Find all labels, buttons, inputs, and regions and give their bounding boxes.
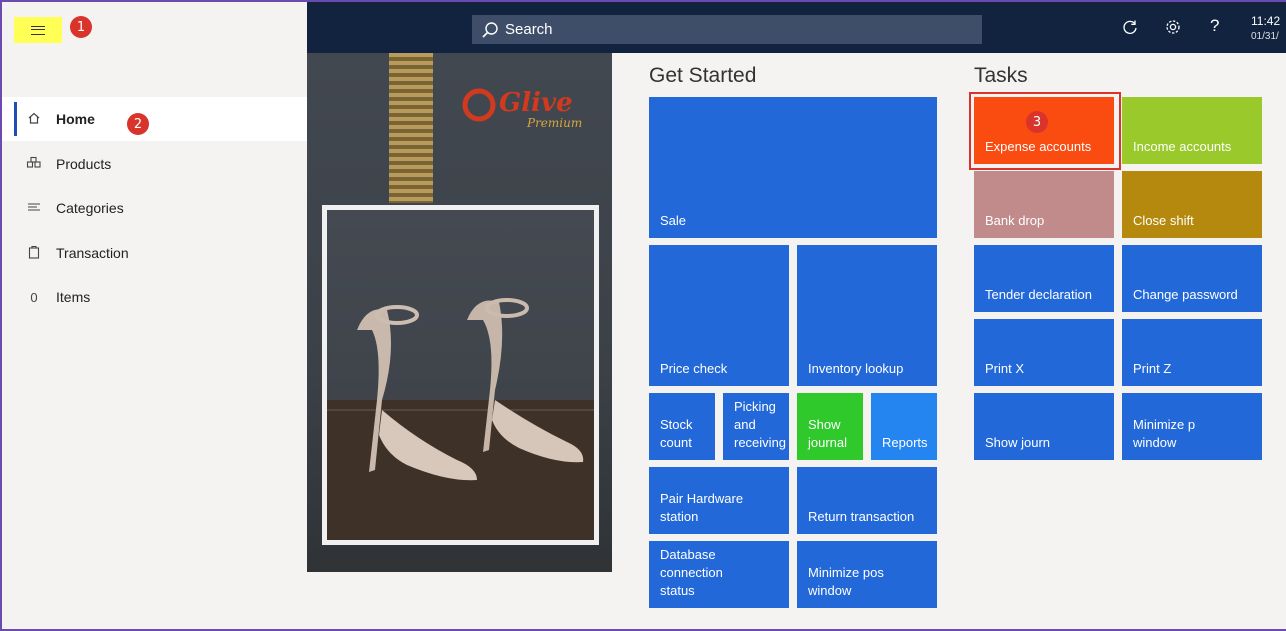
tile-label: window (808, 583, 852, 598)
tile-label: Picking (734, 399, 776, 414)
tile-label: Income accounts (1133, 139, 1232, 154)
tile-price-check[interactable]: Price check (649, 245, 789, 386)
tile-label: window (1133, 435, 1177, 450)
tile-label: Database connection (660, 547, 723, 580)
tile-label: Inventory lookup (808, 361, 904, 376)
tile-label: receiving (734, 435, 787, 450)
gear-icon[interactable] (1164, 18, 1182, 41)
tile-label: Bank drop (985, 213, 1045, 228)
product-photo (322, 205, 599, 545)
tile-label: Pair Hardware (660, 491, 744, 506)
tile-label: Tender declaration (985, 287, 1092, 302)
tile-print-z[interactable]: Print Z (1122, 319, 1262, 386)
tasks-heading: Tasks (974, 64, 1028, 87)
tile-label: Close shift (1133, 213, 1194, 228)
tile-label: count (660, 435, 692, 450)
app-window: 1 Home 2 Products Categories Transaction (0, 0, 1286, 631)
tile-label: Show journ (985, 435, 1051, 450)
tile-change-password[interactable]: Change password (1122, 245, 1262, 312)
sidebar: 1 Home 2 Products Categories Transaction (2, 2, 307, 629)
tile-picking-receiving[interactable]: Picking and receiving (723, 393, 789, 460)
tile-label: Sale (660, 213, 687, 228)
tile-inventory-lookup[interactable]: Inventory lookup (797, 245, 937, 386)
products-icon (24, 156, 44, 173)
get-started-heading: Get Started (649, 64, 757, 87)
clock-date: 01/31/ (1251, 31, 1279, 42)
callout-badge-1: 1 (70, 16, 92, 38)
tile-label: and (734, 417, 756, 432)
clock: 11:42 01/31/ (1251, 14, 1280, 44)
tile-label: Print X (985, 361, 1025, 376)
sidebar-item-label: Items (56, 289, 91, 305)
tile-reports[interactable]: Reports (871, 393, 937, 460)
callout-badge-3: 3 (1026, 111, 1048, 133)
sidebar-item-home[interactable]: Home (2, 97, 307, 141)
store-hero-image: Glive Premium (307, 53, 612, 572)
decorative-frame (389, 53, 433, 203)
tile-label: Change password (1133, 287, 1238, 302)
shoes-illustration (327, 298, 594, 540)
sidebar-item-products[interactable]: Products (2, 142, 307, 186)
tile-label: Return transaction (808, 509, 915, 524)
callout-badge-2: 2 (127, 113, 149, 135)
tile-sale[interactable]: Sale (649, 97, 937, 238)
tile-label: Expense accounts (985, 139, 1092, 154)
search-placeholder: Search (505, 21, 553, 38)
search-icon (482, 21, 498, 38)
store-logo: Glive Premium (462, 88, 582, 130)
sidebar-item-label: Categories (56, 200, 124, 216)
tile-minimize-pos-window[interactable]: Minimize pos window (797, 541, 937, 608)
home-icon (24, 111, 44, 128)
tile-label: Minimize p (1133, 417, 1196, 432)
help-icon[interactable]: ? (1210, 16, 1219, 36)
tile-label: station (660, 509, 699, 524)
tile-label: Reports (882, 435, 928, 450)
tile-label: Show (808, 417, 841, 432)
tile-close-shift[interactable]: Close shift (1122, 171, 1262, 238)
tile-return-transaction[interactable]: Return transaction (797, 467, 937, 534)
tile-label: journal (808, 435, 848, 450)
tile-label: Print Z (1133, 361, 1172, 376)
sidebar-item-categories[interactable]: Categories (2, 186, 307, 230)
categories-icon (24, 200, 44, 216)
sidebar-item-transaction[interactable]: Transaction (2, 231, 307, 275)
hamburger-icon (31, 25, 45, 35)
hamburger-menu-button[interactable] (14, 17, 62, 43)
search-input[interactable]: Search (472, 15, 982, 44)
tile-show-journal-task[interactable]: Show journ (974, 393, 1114, 460)
tile-stock-count[interactable]: Stock count (649, 393, 715, 460)
tile-bank-drop[interactable]: Bank drop (974, 171, 1114, 238)
tile-pair-hardware-station[interactable]: Pair Hardware station (649, 467, 789, 534)
top-bar: Search ? 11:42 01/31/ (307, 2, 1286, 53)
sidebar-item-label: Products (56, 156, 112, 172)
clock-time: 11:42 (1251, 14, 1281, 28)
refresh-icon[interactable] (1121, 18, 1139, 41)
tile-label: Price check (660, 361, 728, 376)
tile-database-connection-status[interactable]: Database connection status (649, 541, 789, 608)
sidebar-item-label: Home (56, 111, 95, 127)
tile-minimize-pos-window-task[interactable]: Minimize p window (1122, 393, 1262, 460)
right-edge-strip (1272, 53, 1286, 629)
tile-income-accounts[interactable]: Income accounts (1122, 97, 1262, 164)
svg-text:Glive: Glive (499, 88, 573, 118)
tile-label: Minimize pos (808, 565, 884, 580)
sidebar-item-label: Transaction (56, 245, 129, 261)
tile-print-x[interactable]: Print X (974, 319, 1114, 386)
svg-text:Premium: Premium (526, 116, 582, 130)
items-count: 0 (30, 289, 38, 305)
tile-tender-declaration[interactable]: Tender declaration (974, 245, 1114, 312)
tile-show-journal[interactable]: Show journal (797, 393, 863, 460)
tile-label: status (660, 583, 695, 598)
tile-expense-accounts[interactable]: Expense accounts (974, 97, 1114, 164)
transaction-icon (24, 245, 44, 262)
sidebar-item-items[interactable]: 0 Items (2, 275, 307, 319)
tile-label: Stock (660, 417, 693, 432)
